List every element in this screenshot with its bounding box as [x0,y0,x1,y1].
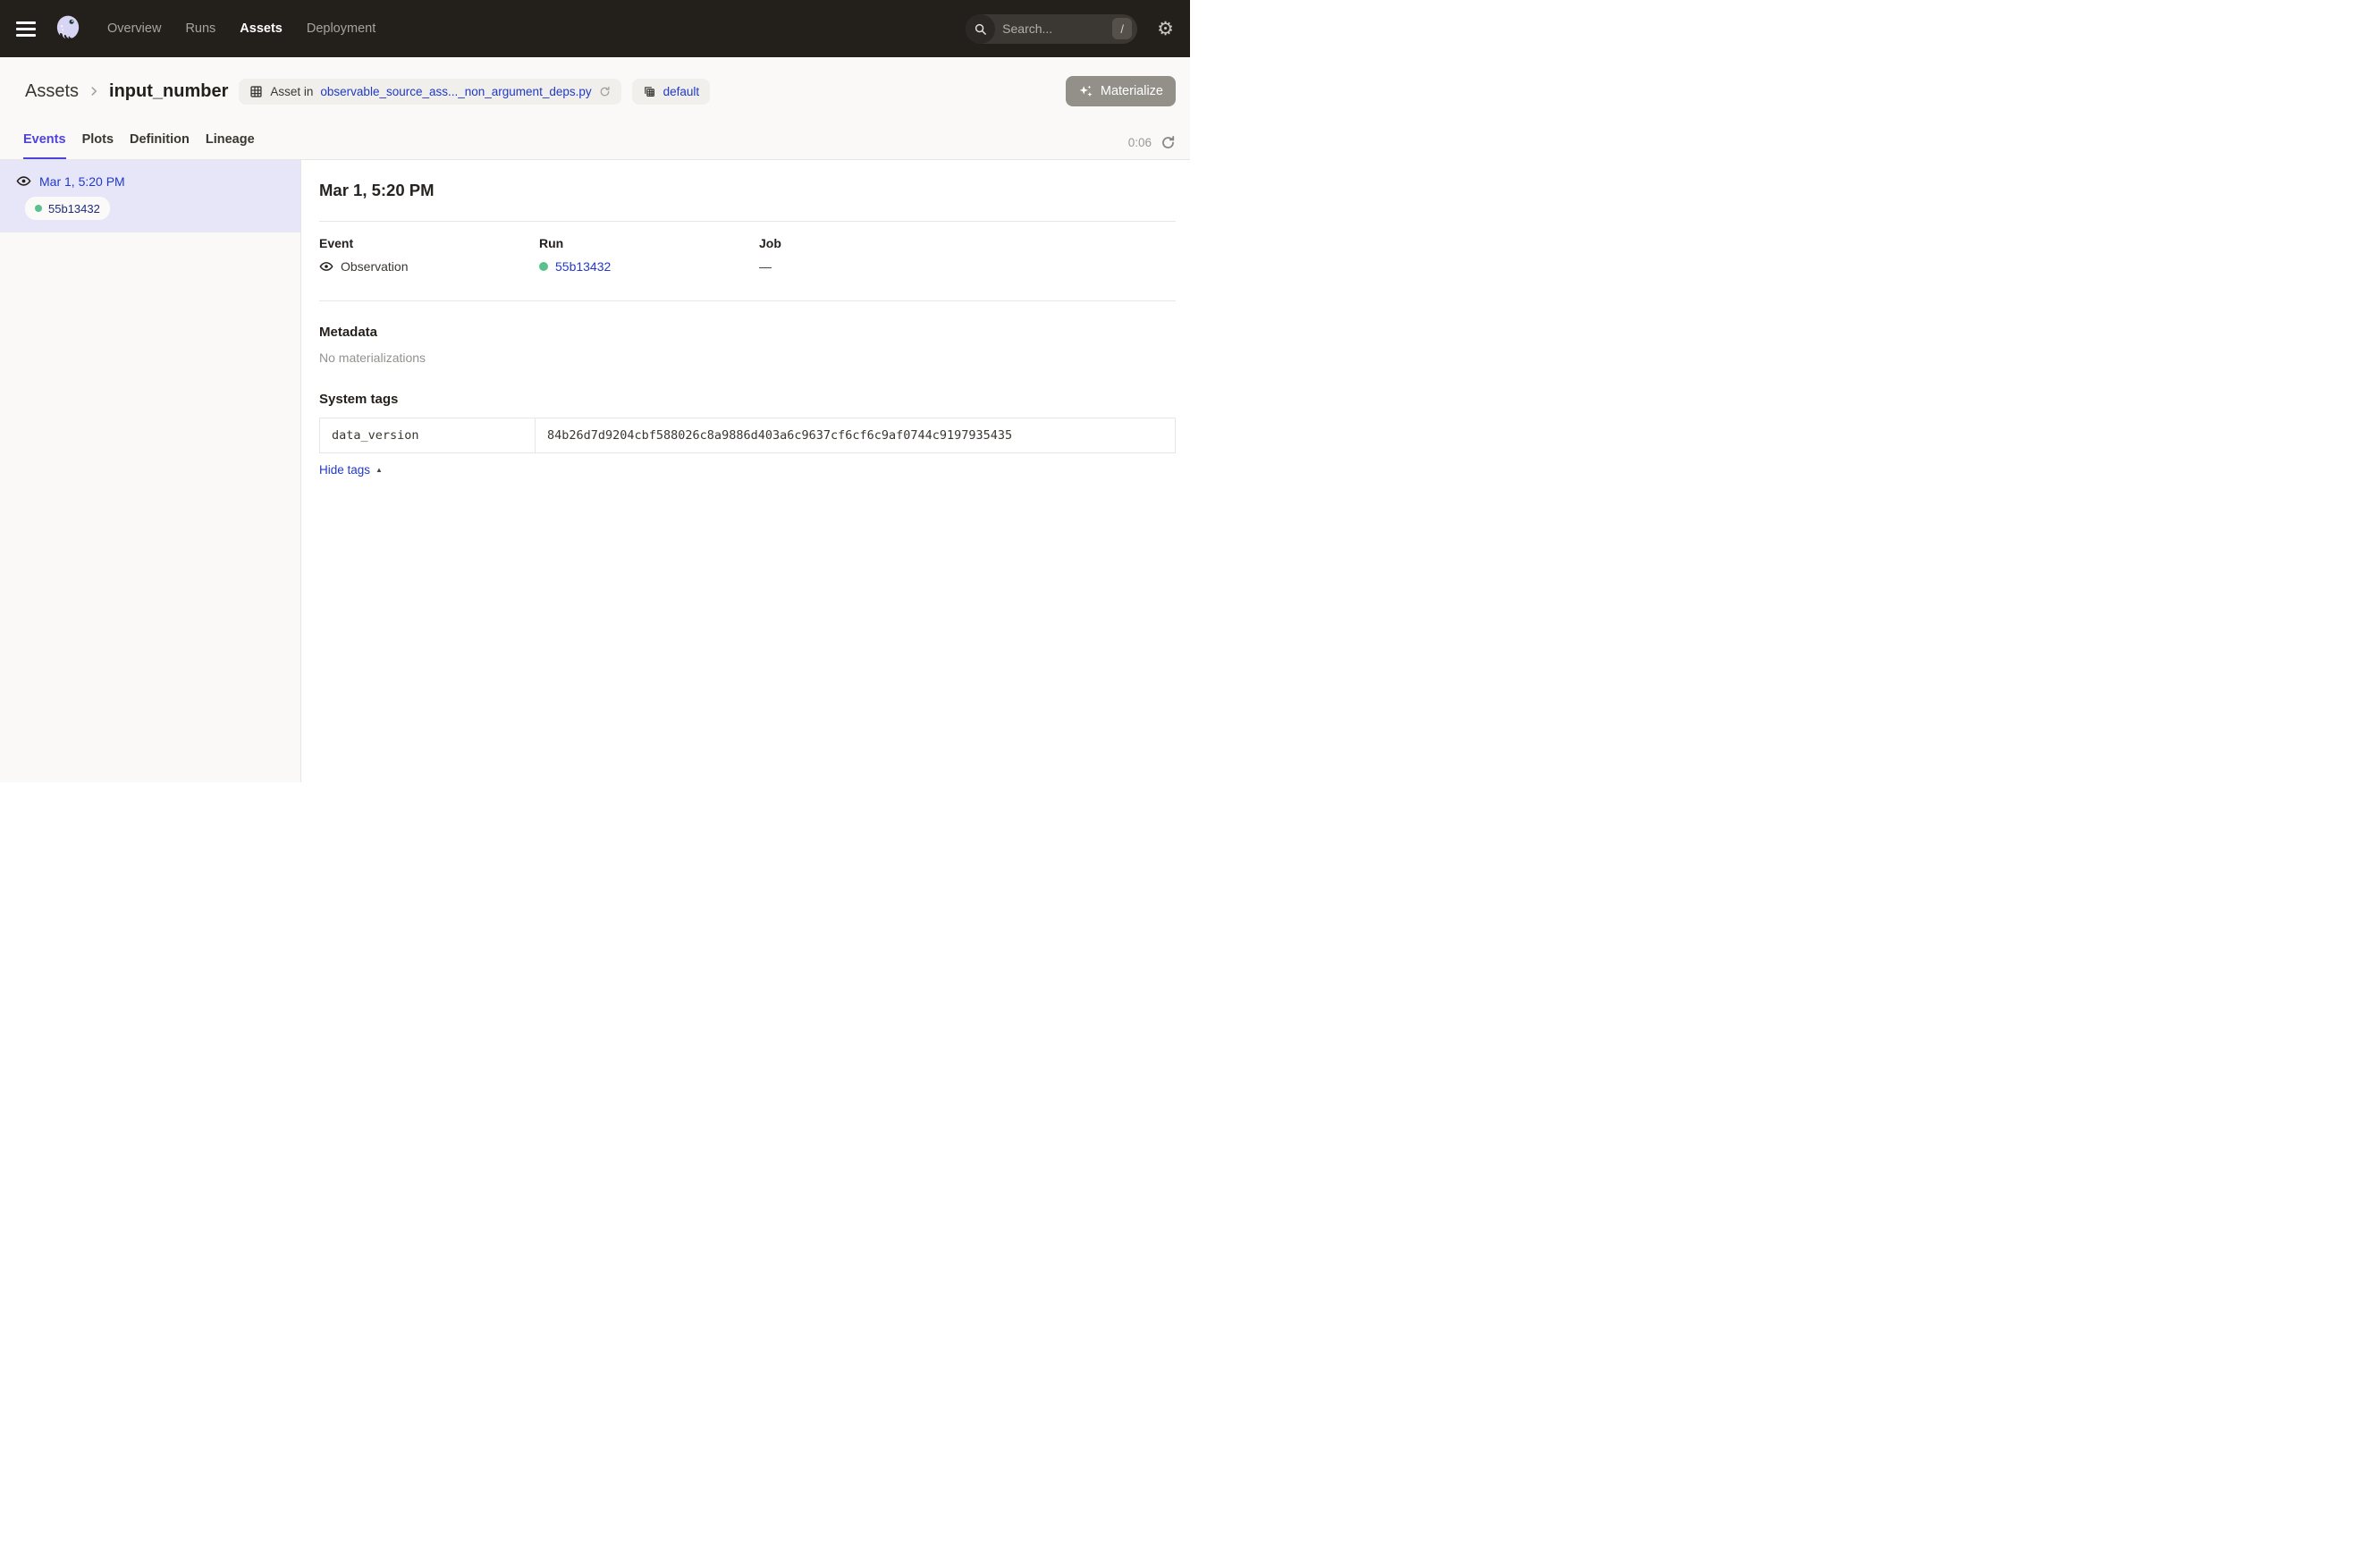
event-detail-title: Mar 1, 5:20 PM [319,180,1176,201]
metadata-empty-text: No materializations [319,351,1176,365]
asset-definition-link[interactable]: observable_source_ass..._non_argument_de… [320,85,591,98]
search-input[interactable] [1002,21,1105,36]
reload-icon[interactable] [599,86,611,97]
search-icon [966,14,995,44]
tab-definition[interactable]: Definition [130,132,190,159]
page-title: input_number [109,81,228,102]
asset-tabs: Events Plots Definition Lineage 0:06 [0,122,1190,159]
divider [319,300,1176,301]
nav-item-assets[interactable]: Assets [240,21,283,36]
event-list-item[interactable]: Mar 1, 5:20 PM 55b13432 [0,160,300,232]
nav-item-runs[interactable]: Runs [185,21,215,36]
event-column-label: Event [319,236,539,250]
materialize-label: Materialize [1101,84,1163,98]
event-type-value: Observation [341,259,408,274]
asset-location-prefix: Asset in [270,85,313,98]
tag-key-cell: data_version [320,418,536,452]
run-id-link[interactable]: 55b13432 [555,259,611,274]
run-column-label: Run [539,236,759,250]
repo-icon [643,85,656,98]
metadata-heading: Metadata [319,325,1176,340]
sparkle-icon [1078,84,1093,99]
repo-badge: default [632,79,711,105]
dagster-logo[interactable] [52,13,84,45]
run-status-dot [35,205,42,212]
search-shortcut-badge: / [1112,18,1132,39]
asset-header: Assets input_number Asset in observable_… [0,57,1190,160]
system-tags-table: data_version 84b26d7d9204cbf588026c8a988… [319,418,1176,453]
breadcrumb-assets-link[interactable]: Assets [25,81,79,102]
event-date-link[interactable]: Mar 1, 5:20 PM [39,174,125,189]
nav-item-deployment[interactable]: Deployment [307,21,376,36]
gear-icon[interactable]: ⚙ [1157,20,1174,38]
run-id-tag[interactable]: 55b13432 [25,197,110,220]
job-column-label: Job [759,236,1176,250]
chevron-right-icon [88,85,100,97]
global-search[interactable]: / [966,14,1137,44]
hide-tags-label: Hide tags [319,463,370,477]
primary-nav: Overview Runs Assets Deployment [107,21,376,36]
system-tags-heading: System tags [319,392,1176,407]
tag-value-cell: 84b26d7d9204cbf588026c8a9886d403a6c9637c… [536,418,1175,452]
refresh-icon[interactable] [1160,135,1176,150]
event-detail-panel: Mar 1, 5:20 PM Event Observation Run [301,160,1190,782]
tab-lineage[interactable]: Lineage [206,132,255,159]
tab-plots[interactable]: Plots [82,132,114,159]
asset-table-icon [249,85,263,98]
refresh-countdown: 0:06 [1128,136,1152,149]
tab-events[interactable]: Events [23,132,66,159]
job-empty-value: — [759,259,772,274]
eye-icon [319,259,333,274]
nav-item-overview[interactable]: Overview [107,21,161,36]
materialize-button[interactable]: Materialize [1066,76,1176,106]
caret-up-icon: ▲ [376,467,383,474]
eye-icon [16,173,31,189]
asset-location-badge: Asset in observable_source_ass..._non_ar… [239,79,620,105]
repo-default-link[interactable]: default [663,85,700,98]
run-id-link[interactable]: 55b13432 [48,202,100,215]
events-sidebar: Mar 1, 5:20 PM 55b13432 [0,160,301,782]
hamburger-menu-icon[interactable] [16,21,38,37]
breadcrumb: Assets input_number [25,81,228,102]
hide-tags-toggle[interactable]: Hide tags ▲ [319,463,383,477]
top-navbar: Overview Runs Assets Deployment / ⚙ [0,0,1190,57]
run-status-dot [539,262,548,271]
divider [319,221,1176,222]
